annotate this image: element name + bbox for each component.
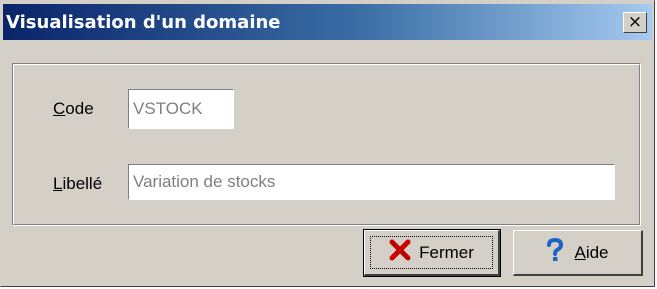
code-value: VSTOCK xyxy=(133,99,203,118)
code-label: Code xyxy=(53,99,94,118)
aide-button[interactable]: Aide xyxy=(513,230,643,276)
question-mark-icon xyxy=(546,237,564,267)
code-field[interactable]: VSTOCK xyxy=(128,89,234,129)
fields-group xyxy=(12,63,641,226)
close-button[interactable]: × xyxy=(623,12,647,33)
close-icon: × xyxy=(627,12,643,32)
fermer-button[interactable]: Fermer xyxy=(363,229,501,277)
aide-label: Aide xyxy=(574,242,609,262)
window-title: Visualisation d'un domaine xyxy=(6,12,281,33)
libelle-field[interactable]: Variation de stocks xyxy=(128,164,615,200)
libelle-value: Variation de stocks xyxy=(133,172,276,191)
dialog-window: Visualisation d'un domaine × Code VSTOCK… xyxy=(0,0,655,287)
title-bar[interactable]: Visualisation d'un domaine × xyxy=(3,4,652,40)
libelle-label: Libellé xyxy=(53,174,103,193)
